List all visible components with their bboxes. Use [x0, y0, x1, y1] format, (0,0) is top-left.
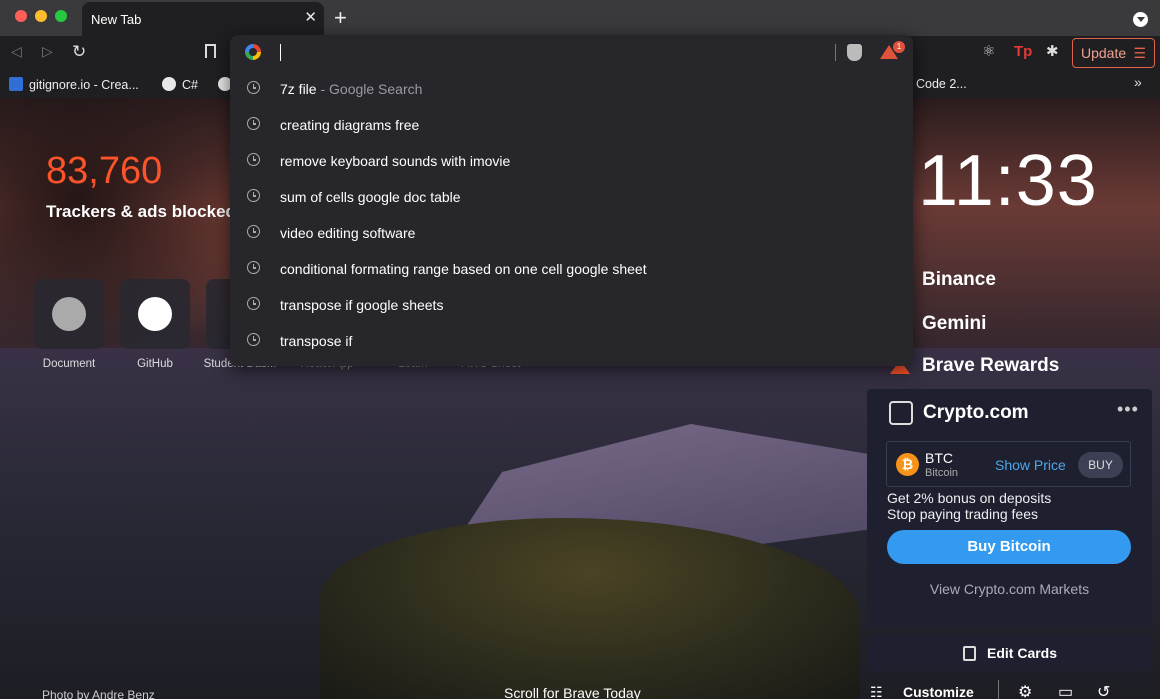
- top-site-label: GitHub: [137, 358, 173, 370]
- reload-icon[interactable]: ↻: [72, 42, 86, 62]
- extensions-puzzle-icon[interactable]: ✱: [1046, 44, 1059, 60]
- bookmark-icon[interactable]: [205, 44, 216, 58]
- tab-search-chevron-icon[interactable]: [1133, 12, 1148, 27]
- customize-button[interactable]: Customize: [903, 684, 974, 699]
- history-clock-icon: [247, 225, 260, 238]
- atom-extension-icon[interactable]: ⚛: [982, 44, 995, 60]
- bookmark-label: Code 2...: [916, 77, 967, 91]
- btc-name: Bitcoin: [925, 467, 959, 479]
- history-clock-icon: [247, 117, 260, 130]
- history-clock-icon: [247, 189, 260, 202]
- history-icon[interactable]: ↺: [1097, 682, 1110, 699]
- suggestion-item[interactable]: transpose if google sheets: [230, 286, 913, 322]
- bookmarks-overflow-icon[interactable]: »: [1134, 74, 1142, 90]
- top-site-github[interactable]: [120, 279, 190, 349]
- address-bar-divider: [835, 44, 836, 61]
- customize-sliders-icon: ☷: [870, 684, 883, 699]
- btc-row: ₿ BTC Bitcoin Show Price BUY: [886, 441, 1131, 487]
- suggestion-query: video editing software: [280, 225, 416, 241]
- edit-cards-icon: [963, 646, 976, 661]
- update-button[interactable]: Update ☰: [1072, 38, 1155, 68]
- text-caret: [280, 44, 281, 61]
- binance-card-title[interactable]: Binance: [922, 269, 996, 291]
- suggestion-query: transpose if: [280, 333, 353, 349]
- suggestion-query: conditional formating range based on one…: [280, 261, 647, 277]
- window-close-button[interactable]: [15, 10, 27, 22]
- tab-new-tab[interactable]: New Tab ✕: [82, 2, 324, 36]
- bookmark-label: gitignore.io - Crea...: [29, 78, 139, 92]
- suggestion-item[interactable]: conditional formating range based on one…: [230, 250, 913, 286]
- bookmark-code[interactable]: Code 2...: [916, 77, 967, 91]
- history-clock-icon: [247, 81, 260, 94]
- forward-icon[interactable]: ▷: [42, 43, 53, 60]
- history-clock-icon: [247, 333, 260, 346]
- promo-line: Stop paying trading fees: [887, 506, 1038, 522]
- gemini-card-title[interactable]: Gemini: [922, 313, 986, 335]
- bitcoin-icon: ₿: [896, 453, 919, 476]
- bookmark-csharp[interactable]: C#: [162, 77, 198, 92]
- window-maximize-button[interactable]: [55, 10, 67, 22]
- clock: 11:33: [918, 141, 1098, 221]
- new-tab-plus-icon[interactable]: +: [334, 7, 347, 29]
- history-clock-icon: [247, 261, 260, 274]
- suggestion-text: 7z file - Google Search: [280, 81, 422, 97]
- crypto-com-logo-icon: [889, 401, 913, 425]
- edit-cards-button[interactable]: Edit Cards: [867, 635, 1152, 671]
- scroll-for-brave-today[interactable]: Scroll for Brave Today: [504, 685, 641, 699]
- history-clock-icon: [247, 153, 260, 166]
- more-options-icon[interactable]: •••: [1117, 399, 1139, 420]
- suggestion-item[interactable]: sum of cells google doc table: [230, 178, 913, 214]
- update-label: Update: [1081, 45, 1127, 61]
- edit-cards-label: Edit Cards: [987, 645, 1058, 661]
- suggestion-item[interactable]: video editing software: [230, 214, 913, 250]
- buy-button[interactable]: BUY: [1078, 452, 1123, 478]
- google-icon: [245, 44, 261, 60]
- top-site-label: Document: [42, 358, 96, 370]
- history-clock-icon: [247, 297, 260, 310]
- show-price-link[interactable]: Show Price: [995, 457, 1066, 473]
- suggestion-item[interactable]: 7z file - Google Search: [230, 70, 913, 106]
- bookmark-label: C#: [182, 78, 198, 92]
- suggestion-source: - Google Search: [316, 81, 423, 97]
- suggestion-query: remove keyboard sounds with imovie: [280, 153, 511, 169]
- btc-symbol: BTC: [925, 450, 953, 466]
- suggestion-query: sum of cells google doc table: [280, 189, 461, 205]
- view-markets-link[interactable]: View Crypto.com Markets: [867, 581, 1152, 597]
- trackers-count: 83,760: [46, 150, 163, 192]
- tab-strip: New Tab ✕ +: [0, 0, 1160, 36]
- rewards-badge: 1: [893, 41, 905, 53]
- suggestion-query: 7z file: [280, 81, 317, 97]
- bookmarks-icon[interactable]: ▭: [1058, 682, 1073, 699]
- globe-icon: [52, 297, 86, 331]
- tab-close-icon[interactable]: ✕: [304, 10, 317, 26]
- github-icon: [138, 297, 172, 331]
- back-icon[interactable]: ◁: [11, 43, 22, 60]
- suggestion-item[interactable]: creating diagrams free: [230, 106, 913, 142]
- suggestion-item[interactable]: transpose if: [230, 322, 913, 358]
- gitignore-icon: [9, 77, 23, 91]
- bookmark-gitignore[interactable]: gitignore.io - Crea...: [9, 77, 139, 92]
- top-site-document[interactable]: [34, 279, 104, 349]
- buy-bitcoin-button[interactable]: Buy Bitcoin: [887, 530, 1131, 564]
- suggestion-query: transpose if google sheets: [280, 297, 444, 313]
- omnibox-dropdown: 1 7z file - Google Search creating diagr…: [230, 35, 913, 366]
- crypto-com-card: Crypto.com ••• ₿ BTC Bitcoin Show Price …: [867, 389, 1152, 627]
- window-minimize-button[interactable]: [35, 10, 47, 22]
- brave-shields-icon[interactable]: [847, 44, 862, 61]
- crypto-com-title: Crypto.com: [923, 402, 1029, 423]
- footer-divider: [998, 680, 999, 699]
- tab-title: New Tab: [91, 12, 142, 27]
- menu-icon: ☰: [1133, 45, 1146, 61]
- settings-gear-icon[interactable]: ⚙: [1018, 682, 1032, 699]
- brave-rewards-card-title[interactable]: Brave Rewards: [922, 355, 1059, 377]
- tp-extension-icon[interactable]: Tp: [1014, 44, 1032, 60]
- suggestion-item[interactable]: remove keyboard sounds with imovie: [230, 142, 913, 178]
- photo-credit[interactable]: Photo by Andre Benz: [42, 688, 155, 699]
- trackers-label: Trackers & ads blocked: [46, 202, 236, 221]
- promo-line: Get 2% bonus on deposits: [887, 490, 1052, 506]
- address-bar[interactable]: 1: [230, 35, 913, 70]
- globe-icon: [162, 77, 176, 91]
- suggestion-query: creating diagrams free: [280, 117, 420, 133]
